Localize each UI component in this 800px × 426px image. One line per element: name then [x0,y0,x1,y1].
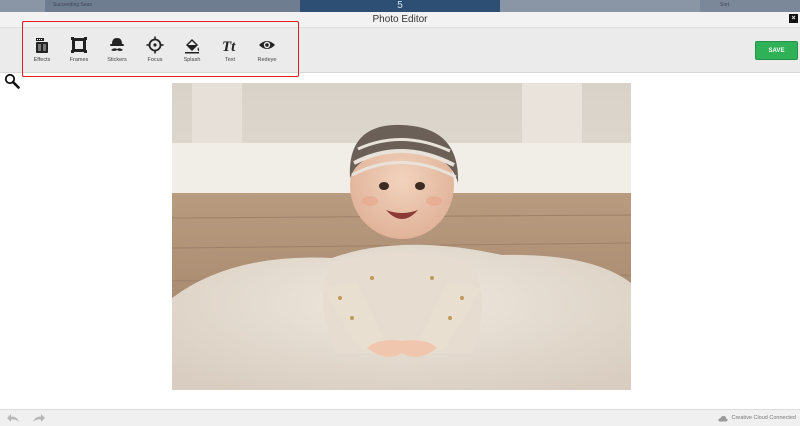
background-center-number: 5 [397,0,403,11]
creative-cloud-text: Creative Cloud Connected [731,415,796,421]
zoom-icon[interactable] [4,73,20,89]
bottom-status-bar: Creative Cloud Connected [0,409,800,426]
cloud-icon [718,415,729,421]
close-button[interactable]: × [789,14,798,23]
background-left-panel: Succeeding Seas [45,0,300,12]
creative-cloud-status: Creative Cloud Connected [718,412,796,424]
baby-photo [172,83,631,390]
tools-highlight-box [22,21,299,77]
background-right-panel: Sort [700,0,800,12]
background-page: Succeeding Seas 5 Sort [0,0,800,12]
undo-icon[interactable] [6,413,20,423]
background-center-panel: 5 [300,0,500,12]
background-left-text: Succeeding Seas [53,2,92,8]
photo-canvas[interactable] [172,83,631,390]
redo-icon[interactable] [32,413,46,423]
background-right-text: Sort [720,2,730,8]
save-button[interactable]: SAVE [755,41,798,60]
